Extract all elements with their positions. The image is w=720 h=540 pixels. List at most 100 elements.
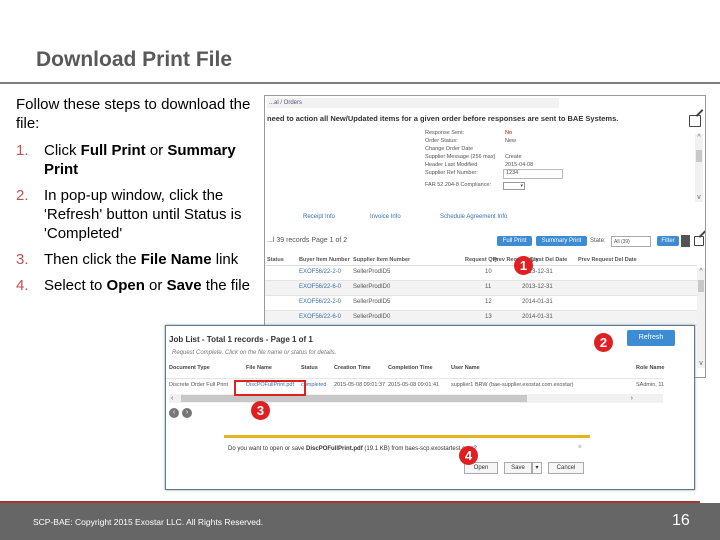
step-text: link [211, 251, 239, 268]
scroll-down-icon[interactable]: v [697, 360, 705, 368]
scroll-thumb[interactable] [181, 395, 527, 402]
field-value: New [505, 138, 517, 144]
supplier-ref-input[interactable]: 1234 [503, 169, 563, 179]
save-dropdown-icon[interactable]: ▾ [532, 462, 542, 474]
column-header[interactable]: Prev Request Del Date [578, 257, 637, 263]
download-prompt-prefix: Do you want to open or save [228, 446, 307, 452]
table-cell: 2015-05-08 09:01:41 [388, 382, 440, 388]
tab-receipt-info[interactable]: Receipt Info [303, 214, 335, 220]
table-cell: 2013-12-31 [522, 284, 553, 290]
table-cell: 13 [485, 314, 492, 320]
export-icon[interactable] [681, 235, 690, 247]
job-list-note: Request Complete. Click on the file name… [172, 350, 337, 356]
scroll-thumb[interactable] [698, 280, 704, 292]
field-value: No [505, 130, 513, 136]
column-header[interactable]: Role Name [636, 365, 664, 371]
step-text: the file [201, 277, 250, 294]
next-page-icon[interactable]: › [182, 408, 192, 418]
column-header[interactable]: Status [301, 365, 318, 371]
field-label: Change Order Date [425, 146, 473, 152]
table-cell: SellerProdID0 [353, 284, 391, 290]
column-header[interactable]: Creation Time [334, 365, 371, 371]
job-list-popup: Job List - Total 1 records - Page 1 of 1… [165, 325, 695, 490]
summary-print-button[interactable]: Summary Print [536, 236, 587, 246]
step-number: 3. [16, 251, 29, 268]
refresh-button[interactable]: Refresh [627, 330, 675, 346]
tab-schedule-agreement-info[interactable]: Schedule Agreement Info [440, 214, 507, 220]
header-scrollbar[interactable]: ^ v [695, 134, 703, 202]
step-text: or [145, 142, 168, 159]
step-number: 2. [16, 187, 29, 204]
step-text: Then click the [44, 251, 141, 268]
title-divider [0, 82, 720, 84]
table-cell: SAdmin, 11 [636, 382, 665, 388]
download-file-name: DiscPOFullPrint.pdf [306, 446, 363, 452]
prev-page-icon[interactable]: ‹ [169, 408, 179, 418]
column-header[interactable]: Completion Time [388, 365, 433, 371]
table-row: EXOF56/22-2-0 SellerProdID5 10 2013-12-31 [265, 266, 697, 281]
column-header[interactable]: Supplier Item Number [353, 257, 410, 263]
field-label: Response Sent: [425, 130, 465, 136]
field-value: Create [505, 154, 522, 160]
copyright: SCP-BAE: Copyright 2015 Exostar LLC. All… [33, 517, 264, 527]
step-emphasis: Open [106, 277, 145, 294]
cancel-button[interactable]: Cancel [548, 462, 584, 474]
records-count: ...l 39 records Page 1 of 2 [267, 237, 348, 244]
scroll-up-icon[interactable]: ^ [695, 134, 703, 142]
field-label: Supplier Message (256 max) [425, 154, 496, 160]
table-cell: SellerProdID5 [353, 299, 391, 305]
tab-invoice-info[interactable]: Invoice Info [370, 214, 401, 220]
save-button[interactable]: Save [504, 462, 532, 474]
step-text: or [144, 277, 167, 294]
close-icon[interactable]: × [578, 444, 582, 451]
file-name-highlight [234, 380, 306, 396]
step-emphasis: File Name [140, 251, 212, 268]
page-number: 16 [672, 512, 690, 529]
state-label: State: [590, 238, 606, 244]
column-header[interactable]: File Name [246, 365, 272, 371]
table-cell: 2014-01-31 [522, 299, 553, 305]
step-text: In pop-up window, click the 'Refresh' bu… [44, 187, 242, 242]
table-cell: Discrete Order Full Print [169, 382, 228, 388]
field-label: Supplier Ref Number: [425, 170, 478, 176]
scroll-thumb[interactable] [696, 150, 702, 162]
table-scrollbar[interactable]: ^ v [697, 268, 705, 368]
scroll-right-icon[interactable]: › [631, 394, 633, 403]
step-item: 3. Then click the File Name link [16, 250, 266, 269]
buyer-item-link[interactable]: EXOF56/22-6-0 [299, 314, 341, 320]
step-text: Click [44, 142, 81, 159]
step-item: 1. Click Full Print or Summary Print [16, 141, 266, 179]
breadcrumb: ...al / Orders [267, 98, 559, 108]
step-emphasis: Save [166, 277, 202, 294]
field-label: Order Status: [425, 138, 458, 144]
step-badge-1: 1 [514, 256, 533, 275]
buyer-item-link[interactable]: EXOF56/22-6-0 [299, 284, 341, 290]
step-item: 2. In pop-up window, click the 'Refresh' … [16, 186, 266, 243]
column-header[interactable]: User Name [451, 365, 480, 371]
column-header[interactable]: Buyer Item Number [299, 257, 350, 263]
step-badge-2: 2 [594, 333, 613, 352]
order-notice: need to action all New/Updated items for… [267, 114, 619, 123]
column-header[interactable]: Status [267, 257, 284, 263]
compliance-select[interactable]: ▾ [503, 182, 525, 190]
instructions: Follow these steps to download the file:… [16, 95, 266, 302]
job-list-header: Document Type File Name Status Creation Tim… [166, 362, 664, 374]
buyer-item-link[interactable]: EXOF56/22-2-0 [299, 269, 341, 275]
step-badge-3: 3 [251, 401, 270, 420]
filter-button[interactable]: Filter [657, 236, 679, 246]
edit-icon[interactable] [694, 236, 704, 246]
scroll-up-icon[interactable]: ^ [697, 268, 705, 276]
footer: SCP-BAE: Copyright 2015 Exostar LLC. All… [0, 503, 720, 540]
edit-icon[interactable] [689, 115, 701, 127]
full-print-button[interactable]: Full Print [497, 236, 532, 246]
table-cell: 10 [485, 269, 492, 275]
scroll-left-icon[interactable]: ‹ [171, 394, 173, 403]
buyer-item-link[interactable]: EXOF56/22-2-0 [299, 299, 341, 305]
table-cell: 2015-05-08 09:01:37 [334, 382, 386, 388]
step-item: 4. Select to Open or Save the file [16, 276, 266, 295]
scroll-down-icon[interactable]: v [695, 194, 703, 202]
column-header[interactable]: Document Type [169, 365, 210, 371]
table-cell: SellerProdID5 [353, 269, 391, 275]
field-value: 2015-04-08 [505, 162, 534, 168]
state-select[interactable]: All (39) [611, 236, 651, 247]
